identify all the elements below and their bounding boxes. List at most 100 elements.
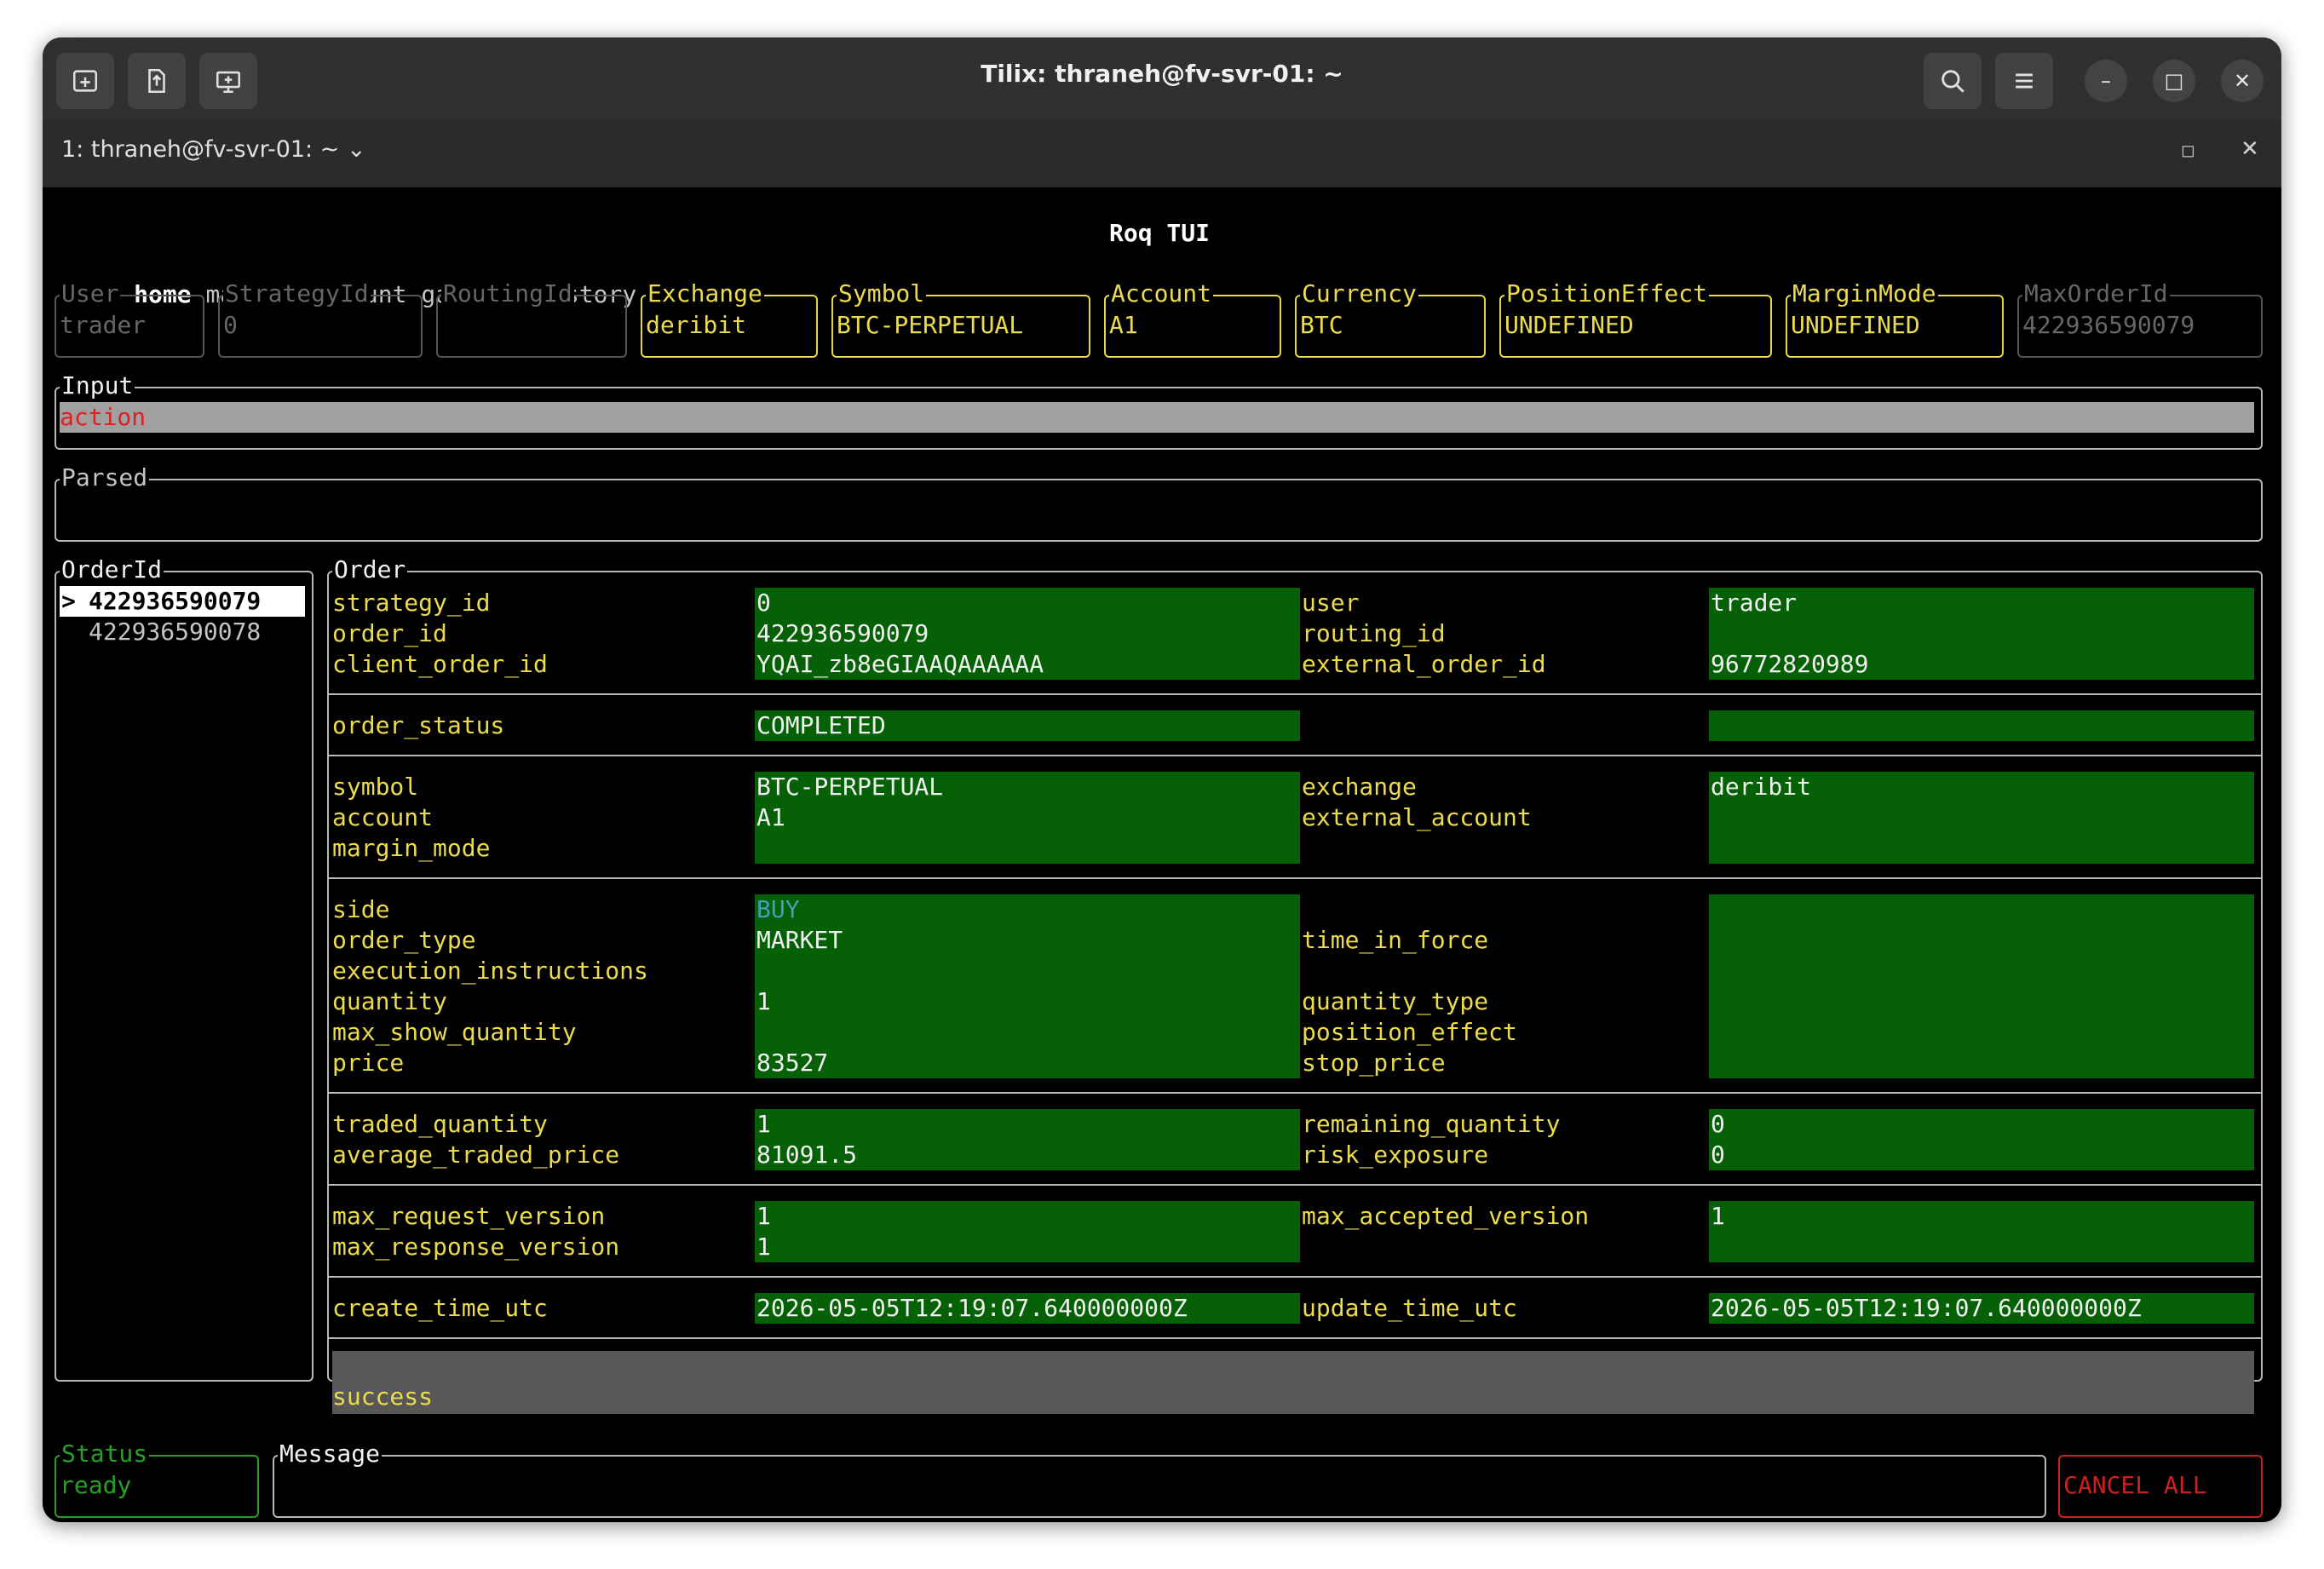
field-label-external-account: external_account [1302, 803, 1532, 831]
field-label-account: account [332, 803, 434, 831]
exchange-value: deribit [646, 311, 747, 339]
field-label-execution-instructions: execution_instructions [332, 957, 648, 985]
field-value-order-status: COMPLETED [756, 711, 886, 739]
strategy-id-value: 0 [223, 311, 238, 339]
routing-id-field[interactable]: RoutingId [436, 279, 627, 358]
parsed-label: Parsed [60, 463, 150, 492]
field-label-remaining-quantity: remaining_quantity [1302, 1110, 1561, 1138]
value-fill [1709, 894, 2254, 1078]
field-value-order-type: MARKET [756, 926, 843, 954]
session-bar: 1: thraneh@fv-svr-01: ~ ⌄ ◻ ✕ [43, 119, 2281, 188]
field-label-traded-quantity: traded_quantity [332, 1110, 548, 1138]
field-label-external-order-id: external_order_id [1302, 650, 1546, 678]
exchange-label: Exchange [646, 279, 764, 308]
field-value-symbol: BTC-PERPETUAL [756, 773, 944, 801]
field-value-account: A1 [756, 803, 785, 831]
field-label-client-order-id: client_order_id [332, 650, 548, 678]
field-label-position-effect: position_effect [1302, 1018, 1517, 1046]
order-label: Order [332, 555, 408, 584]
order-divider [329, 693, 2261, 695]
field-label-order-status: order_status [332, 711, 505, 739]
user-value: trader [60, 311, 147, 339]
order-divider [329, 755, 2261, 756]
session-tab-label: 1: thraneh@fv-svr-01: ~ [61, 136, 340, 163]
parsed-panel: Parsed [55, 463, 2263, 542]
value-fill [755, 894, 1300, 1078]
max-order-id-value: 422936590079 [2022, 311, 2195, 339]
field-label-quantity-type: quantity_type [1302, 987, 1489, 1015]
order-id-list-item[interactable]: 422936590078 [89, 617, 261, 647]
terminal-area[interactable]: Roq TUI home market account gateway hist… [43, 187, 2281, 1522]
field-label-exchange: exchange [1302, 773, 1417, 801]
message-panel: Message [273, 1440, 2046, 1518]
margin-mode-value: UNDEFINED [1791, 311, 1920, 339]
user-label: User [60, 279, 121, 308]
input-value: action [60, 403, 147, 431]
maximize-icon[interactable]: □ [2153, 60, 2195, 102]
search-icon[interactable] [1924, 53, 1982, 109]
order-id-value: 422936590079 [89, 587, 262, 615]
field-label-strategy-id: strategy_id [332, 589, 491, 617]
terminal-window: Tilix: thraneh@fv-svr-01: ~ – □ ✕ 1: thr… [43, 37, 2281, 1522]
session-maximize-icon[interactable]: ◻ [2181, 140, 2195, 160]
result-text: success [332, 1382, 434, 1411]
currency-field[interactable]: Currency BTC [1295, 279, 1486, 358]
field-value-price: 83527 [756, 1049, 829, 1077]
margin-mode-label: MarginMode [1791, 279, 1938, 308]
field-value-strategy-id: 0 [756, 589, 771, 617]
symbol-value: BTC-PERPETUAL [837, 311, 1024, 339]
order-id-panel: OrderId > 422936590079 422936590078 [55, 555, 314, 1382]
position-effect-label: PositionEffect [1504, 279, 1710, 308]
field-label-max-request-version: max_request_version [332, 1202, 606, 1230]
input-panel: Input action [55, 371, 2263, 450]
field-label-quantity: quantity [332, 987, 447, 1015]
strategy-id-field[interactable]: StrategyId 0 [218, 279, 423, 358]
field-label-create-time-utc: create_time_utc [332, 1294, 548, 1322]
chevron-down-icon[interactable]: ⌄ [347, 136, 366, 163]
field-label-max-accepted-version: max_accepted_version [1302, 1202, 1590, 1230]
max-order-id-label: MaxOrderId [2022, 279, 2170, 308]
field-value-max-request-version: 1 [756, 1202, 771, 1230]
order-divider [329, 877, 2261, 879]
margin-mode-field[interactable]: MarginMode UNDEFINED [1786, 279, 2004, 358]
order-id-list-item-selected[interactable]: > 422936590079 [60, 586, 305, 617]
session-tab[interactable]: 1: thraneh@fv-svr-01: ~ ⌄ [61, 136, 366, 163]
currency-value: BTC [1300, 311, 1343, 339]
close-icon[interactable]: ✕ [2221, 60, 2264, 102]
order-id-label: OrderId [60, 555, 164, 584]
cancel-all-label: CANCEL ALL [2063, 1471, 2207, 1499]
value-fill [1709, 1201, 2254, 1262]
value-fill [1709, 710, 2254, 741]
field-label-routing-id: routing_id [1302, 619, 1446, 647]
field-value-exchange: deribit [1711, 773, 1812, 801]
app-title: Roq TUI [1109, 219, 1211, 247]
field-label-stop-price: stop_price [1302, 1049, 1446, 1077]
order-divider [329, 1184, 2261, 1186]
order-divider [329, 1337, 2261, 1339]
field-value-order-id: 422936590079 [756, 619, 929, 647]
field-label-time-in-force: time_in_force [1302, 926, 1489, 954]
field-label-symbol: symbol [332, 773, 419, 801]
session-close-icon[interactable]: ✕ [2241, 136, 2259, 162]
account-field[interactable]: Account A1 [1104, 279, 1281, 358]
position-effect-value: UNDEFINED [1504, 311, 1634, 339]
field-value-user: trader [1711, 589, 1798, 617]
field-value-external-order-id: 96772820989 [1711, 650, 1869, 678]
symbol-label: Symbol [837, 279, 927, 308]
field-value-update-time-utc: 2026-05-05T12:19:07.640000000Z [1711, 1294, 2142, 1322]
user-field[interactable]: User trader [55, 279, 204, 358]
minimize-icon[interactable]: – [2085, 60, 2127, 102]
field-label-user: user [1302, 589, 1360, 617]
hamburger-menu-icon[interactable] [1995, 53, 2053, 109]
cancel-all-button[interactable]: CANCEL ALL [2058, 1455, 2263, 1518]
input-field[interactable]: action [60, 402, 2254, 433]
symbol-field[interactable]: Symbol BTC-PERPETUAL [831, 279, 1090, 358]
order-divider [329, 1092, 2261, 1094]
field-value-quantity: 1 [756, 987, 771, 1015]
result-bar: success [332, 1351, 2254, 1414]
position-effect-field[interactable]: PositionEffect UNDEFINED [1499, 279, 1772, 358]
message-label: Message [278, 1440, 383, 1468]
exchange-field[interactable]: Exchange deribit [641, 279, 818, 358]
field-value-create-time-utc: 2026-05-05T12:19:07.640000000Z [756, 1294, 1188, 1322]
field-value-side: BUY [756, 895, 800, 923]
